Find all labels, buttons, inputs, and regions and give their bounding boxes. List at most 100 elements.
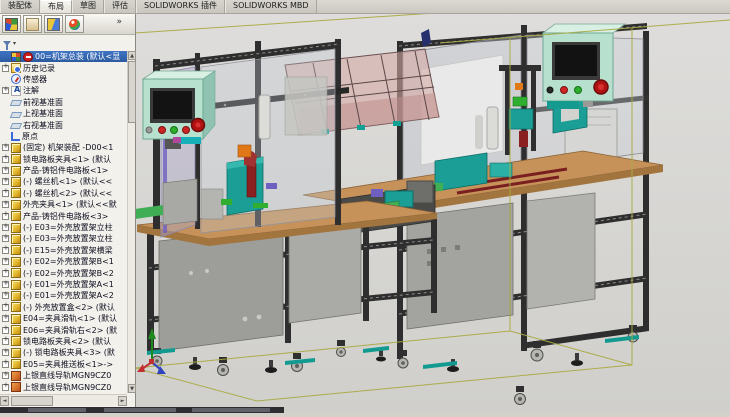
ribbon-tab[interactable]: 布局 bbox=[40, 0, 72, 13]
tree-item[interactable]: 锁电路板夹具<1> (默认 bbox=[0, 154, 127, 165]
tree-item-icon bbox=[11, 223, 21, 233]
tree-item-icon bbox=[11, 291, 21, 301]
tree-item[interactable]: 右视基准面 bbox=[0, 119, 127, 130]
viewport-3d[interactable] bbox=[135, 13, 730, 413]
expand-icon[interactable] bbox=[2, 213, 9, 220]
tree-item[interactable]: 历史记录 bbox=[0, 62, 127, 73]
tree-item-label: 00=机架总装 (默认<显 bbox=[35, 51, 120, 62]
expand-icon[interactable] bbox=[2, 201, 9, 208]
tree-item[interactable]: 上银直线导轨MGN9CZ0 bbox=[0, 381, 127, 392]
filter-icon[interactable] bbox=[3, 41, 11, 46]
ribbon-tab[interactable]: 装配体 bbox=[0, 0, 40, 13]
configurationmanager-tab[interactable] bbox=[44, 15, 63, 33]
tree-item-label: 原点 bbox=[22, 131, 38, 142]
tree-item[interactable]: (-) E01=外壳放置架A<1 bbox=[0, 279, 127, 290]
expand-icon[interactable] bbox=[2, 315, 9, 322]
tree-item[interactable]: (-) E03=外壳放置架立柱 bbox=[0, 222, 127, 233]
tree-vertical-scrollbar[interactable]: ▲ ▼ bbox=[127, 51, 135, 393]
tree-item[interactable]: E04=夹具滑轨<1> (默认 bbox=[0, 313, 127, 324]
filter-caret-icon[interactable]: ▾ bbox=[13, 40, 16, 47]
tree-item[interactable]: 上视基准面 bbox=[0, 108, 127, 119]
tree-item-icon bbox=[11, 143, 21, 153]
tree-item[interactable]: (-) 螺丝机<2> (默认<< bbox=[0, 188, 127, 199]
feature-manager-panel: » ▾ 00=机架总装 (默认<显 历史记录 bbox=[0, 13, 136, 407]
expand-icon[interactable] bbox=[2, 304, 9, 311]
vertical-scroll-thumb[interactable] bbox=[128, 61, 136, 123]
ribbon-tab[interactable]: SOLIDWORKS MBD bbox=[225, 0, 317, 13]
tree-item-label: 右视基准面 bbox=[23, 120, 63, 131]
expand-icon[interactable] bbox=[2, 156, 9, 163]
tree-item[interactable]: (-) E02=外壳放置架B<1 bbox=[0, 256, 127, 267]
expand-icon[interactable] bbox=[2, 361, 9, 368]
tree-item-label: (-) 螺丝机<1> (默认<< bbox=[23, 176, 112, 187]
tree-item-icon bbox=[11, 234, 21, 244]
tree-item[interactable]: 原点 bbox=[0, 131, 127, 142]
tree-item-label: (-) 螺丝机<2> (默认<< bbox=[23, 188, 112, 199]
tree-item-icon bbox=[11, 211, 21, 221]
tree-item-icon bbox=[11, 74, 21, 84]
expand-icon[interactable] bbox=[2, 270, 9, 277]
tree-item[interactable]: E05=夹具推送板<1>-> bbox=[0, 359, 127, 370]
expand-icon[interactable] bbox=[2, 372, 9, 379]
graphics-area[interactable] bbox=[135, 13, 730, 413]
tree-item-icon bbox=[11, 63, 21, 73]
propertymanager-tab[interactable] bbox=[23, 15, 42, 33]
expand-icon[interactable] bbox=[2, 167, 9, 174]
tree-item-icon bbox=[11, 86, 21, 96]
tree-item[interactable]: 外壳夹具<1> (默认<<默 bbox=[0, 199, 127, 210]
expand-icon[interactable] bbox=[2, 144, 9, 151]
expand-icon[interactable] bbox=[2, 258, 9, 265]
scroll-down-icon[interactable]: ▼ bbox=[128, 384, 136, 393]
expand-icon[interactable] bbox=[2, 87, 9, 94]
expand-icon[interactable] bbox=[2, 224, 9, 231]
tree-item[interactable]: (-) 锁电路板夹具<3> (默 bbox=[0, 347, 127, 358]
scroll-left-icon[interactable]: ◄ bbox=[0, 396, 9, 406]
tree-item[interactable]: (-) E02=外壳放置架B<2 bbox=[0, 267, 127, 278]
tree-item-icon bbox=[11, 52, 21, 62]
ribbon-tab[interactable]: SOLIDWORKS 插件 bbox=[136, 0, 225, 13]
tree-item[interactable]: 传感器 bbox=[0, 74, 127, 85]
ribbon-tab[interactable]: 评估 bbox=[104, 0, 136, 13]
expand-icon[interactable] bbox=[2, 247, 9, 254]
displaymanager-tab[interactable] bbox=[65, 15, 84, 33]
featuremanager-tab[interactable] bbox=[2, 15, 21, 33]
horizontal-scroll-thumb[interactable] bbox=[11, 396, 53, 406]
tree-item-icon bbox=[11, 177, 21, 187]
tree-item-label: 外壳夹具<1> (默认<<默 bbox=[23, 199, 117, 210]
manager-tabs-overflow[interactable]: » bbox=[116, 17, 125, 27]
tree-item[interactable]: 锁电路板夹具<2> (默认 bbox=[0, 336, 127, 347]
tree-item[interactable]: 上银直线导轨MGN9CZ0 bbox=[0, 370, 127, 381]
expand-icon[interactable] bbox=[2, 292, 9, 299]
tree-item[interactable]: (-) 外壳放置盒<2> (默认 bbox=[0, 302, 127, 313]
tree-item[interactable]: 注解 bbox=[0, 85, 127, 96]
expand-icon[interactable] bbox=[2, 178, 9, 185]
tree-item-label: E04=夹具滑轨<1> (默认 bbox=[23, 313, 117, 324]
tree-item[interactable]: (-) E01=外壳放置架A<2 bbox=[0, 290, 127, 301]
expand-icon[interactable] bbox=[2, 281, 9, 288]
expand-icon[interactable] bbox=[2, 235, 9, 242]
feature-tree: 00=机架总装 (默认<显 历史记录 传感器 注解 bbox=[0, 51, 127, 393]
tree-item[interactable]: (-) 螺丝机<1> (默认<< bbox=[0, 176, 127, 187]
tree-item-label: E06=夹具滑轨右<2> (默 bbox=[23, 325, 117, 336]
tree-item-label: 锁电路板夹具<1> (默认 bbox=[23, 154, 111, 165]
ribbon-tabs: 装配体 布局 草图 评估 SOLIDWORKS 插件 SOLIDWORKS MB… bbox=[0, 0, 317, 13]
tree-horizontal-scrollbar[interactable]: ◄ ► bbox=[0, 394, 127, 406]
scroll-right-icon[interactable]: ► bbox=[118, 396, 127, 406]
expand-icon[interactable] bbox=[2, 327, 9, 334]
expand-icon[interactable] bbox=[2, 384, 9, 391]
tree-item[interactable]: (-) E15=外壳放置架横梁 bbox=[0, 245, 127, 256]
expand-icon[interactable] bbox=[2, 65, 9, 72]
tree-item[interactable]: E06=夹具滑轨右<2> (默 bbox=[0, 324, 127, 335]
tree-item[interactable]: (-) E03=外壳放置架立柱 bbox=[0, 233, 127, 244]
expand-icon[interactable] bbox=[2, 190, 9, 197]
expand-icon[interactable] bbox=[2, 349, 9, 356]
tree-item[interactable]: 00=机架总装 (默认<显 bbox=[0, 51, 127, 62]
scroll-up-icon[interactable]: ▲ bbox=[128, 51, 136, 60]
expand-icon[interactable] bbox=[2, 338, 9, 345]
ribbon-tab[interactable]: 草图 bbox=[72, 0, 104, 13]
tree-item[interactable]: (固定) 机架装配 -D00<1 bbox=[0, 142, 127, 153]
tree-item[interactable]: 产品-铸铝件电路板<3> bbox=[0, 210, 127, 221]
tree-item[interactable]: 产品-铸铝件电路板<1> bbox=[0, 165, 127, 176]
tree-item[interactable]: 前视基准面 bbox=[0, 97, 127, 108]
tree-item-icon bbox=[11, 245, 21, 255]
